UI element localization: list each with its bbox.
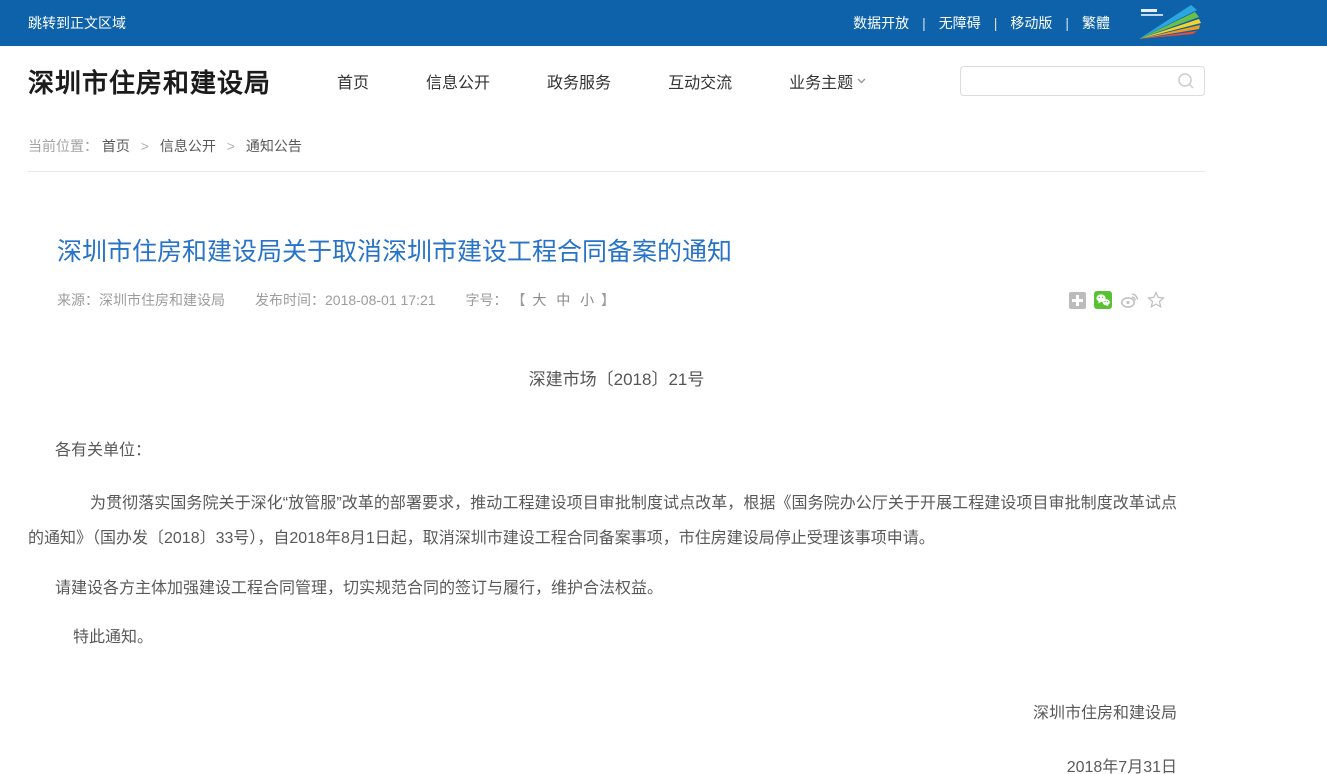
wechat-icon[interactable] [1094,291,1112,309]
nav-interaction[interactable]: 互动交流 [668,69,732,93]
chevron-down-icon [857,78,866,84]
fontsize-large-button[interactable]: 大 [532,292,546,308]
topbar-separator: | [922,15,926,31]
article-source: 来源：深圳市住房和建设局 [57,290,225,310]
fontsize-small-button[interactable]: 小 [580,292,594,308]
topbar-links: 数据开放 | 无障碍 | 移动版 | 繁體 [840,3,1205,43]
shenzhen-gov-wing-logo-icon[interactable] [1133,3,1205,43]
notice-paragraph: 为贯彻落实国务院关于深化“放管服”改革的部署要求，推动工程建设项目审批制度试点改… [28,486,1205,556]
fontsize-medium-button[interactable]: 中 [556,292,570,308]
nav-gov-services[interactable]: 政务服务 [547,69,611,93]
topbar-separator: | [994,15,998,31]
weibo-icon[interactable] [1120,291,1139,309]
breadcrumb-separator: > [141,138,149,154]
salutation: 各有关单位： [28,433,1205,468]
topbar: 跳转到正文区域 数据开放 | 无障碍 | 移动版 | 繁體 [0,0,1327,46]
skip-to-content-link[interactable]: 跳转到正文区域 [28,13,126,33]
nav-home[interactable]: 首页 [337,69,369,93]
breadcrumb-divider [28,171,1205,172]
article: 深圳市住房和建设局关于取消深圳市建设工程合同备案的通知 来源：深圳市住房和建设局… [28,235,1205,774]
breadcrumb-label: 当前位置： [28,138,98,154]
notice-paragraph: 请建设各方主体加强建设工程合同管理，切实规范合同的签订与履行，维护合法权益。 [28,571,1205,606]
site-title: 深圳市住房和建设局 [28,63,271,100]
search-box [960,66,1205,96]
site-header: 深圳市住房和建设局 首页 信息公开 政务服务 互动交流 业务主题 [0,46,1327,116]
fontsize-bracket-open: 【 [511,292,525,308]
breadcrumb-notices[interactable]: 通知公告 [246,138,302,154]
fontsize-control: 字号： 【 大 中 小 】 [466,290,615,310]
share-plus-icon[interactable] [1069,292,1086,309]
fontsize-bracket-close: 】 [601,292,615,308]
breadcrumb-home[interactable]: 首页 [102,138,130,154]
article-title: 深圳市住房和建设局关于取消深圳市建设工程合同备案的通知 [57,235,1176,269]
topbar-link-traditional[interactable]: 繁體 [1082,13,1110,33]
fontsize-label: 字号： [466,292,508,308]
doc-number: 深建市场〔2018〕21号 [28,362,1205,397]
topbar-link-data-open[interactable]: 数据开放 [853,13,909,33]
share-bar [1069,291,1165,309]
favorite-star-icon[interactable] [1147,291,1165,309]
search-icon[interactable] [1177,72,1195,90]
nav-business-topics[interactable]: 业务主题 [789,69,866,93]
signature: 深圳市住房和建设局 [28,696,1205,731]
main-nav: 首页 信息公开 政务服务 互动交流 业务主题 [337,69,866,93]
search-input[interactable] [970,73,1177,89]
article-meta: 来源：深圳市住房和建设局 发布时间：2018-08-01 17:21 字号： 【… [57,290,1176,310]
article-publish-time: 发布时间：2018-08-01 17:21 [255,290,436,310]
signature-date: 2018年7月31日 [28,750,1205,774]
nav-business-topics-label: 业务主题 [789,69,853,93]
breadcrumb-info-disclosure[interactable]: 信息公开 [160,138,216,154]
notice-paragraph: 特此通知。 [28,620,1205,655]
nav-info-disclosure[interactable]: 信息公开 [426,69,490,93]
breadcrumb: 当前位置： 首页 > 信息公开 > 通知公告 [28,116,1205,171]
topbar-link-accessibility[interactable]: 无障碍 [939,13,981,33]
breadcrumb-separator: > [227,138,235,154]
article-body: 深建市场〔2018〕21号 各有关单位： 为贯彻落实国务院关于深化“放管服”改革… [28,362,1205,774]
topbar-separator: | [1065,15,1069,31]
topbar-link-mobile[interactable]: 移动版 [1010,13,1052,33]
